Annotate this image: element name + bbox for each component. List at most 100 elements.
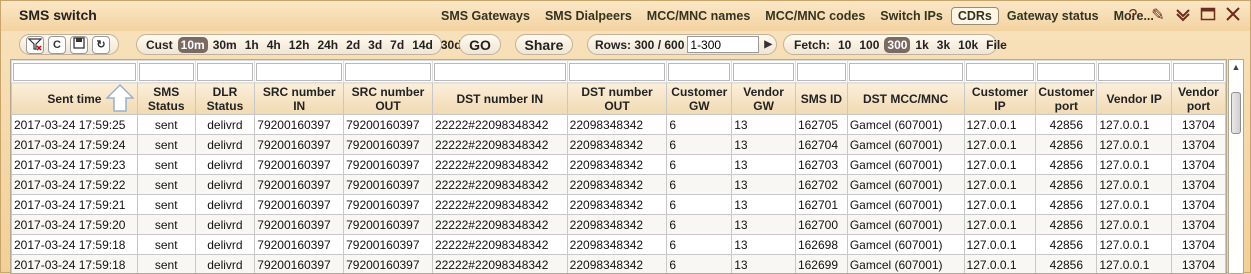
period-2d[interactable]: 2d xyxy=(343,37,363,53)
cell-vendor-gw: 13 xyxy=(732,135,796,155)
fetch-3k[interactable]: 3k xyxy=(934,37,953,53)
table-row[interactable]: 2017-03-24 17:59:18sentdelivrd7920016039… xyxy=(12,255,1226,274)
filter-input-src-number-out[interactable] xyxy=(345,63,431,81)
filter-input-dst-number-out[interactable] xyxy=(569,63,666,81)
cell-customer-ip: 127.0.0.1 xyxy=(964,155,1036,175)
cell-customer-gw: 6 xyxy=(667,255,732,274)
copy-icon[interactable]: C xyxy=(48,36,66,54)
cell-vendor-gw: 13 xyxy=(732,175,796,195)
filter-clear-icon[interactable] xyxy=(26,36,44,54)
filter-cell-customer-ip xyxy=(964,61,1036,83)
fetch-10[interactable]: 10 xyxy=(835,37,854,53)
period-3d[interactable]: 3d xyxy=(365,37,385,53)
column-header-src-number-in[interactable]: SRC number IN xyxy=(255,83,344,115)
nav-gateway-status[interactable]: Gateway status xyxy=(1000,7,1106,25)
fetch-1k[interactable]: 1k xyxy=(912,37,931,53)
filter-input-customer-ip[interactable] xyxy=(966,63,1035,81)
column-header-customer-gw[interactable]: Customer GW xyxy=(667,83,732,115)
cell-dlr-status: delivrd xyxy=(195,255,255,274)
scroll-thumb[interactable] xyxy=(1231,92,1241,134)
nav-switch-ips[interactable]: Switch IPs xyxy=(873,7,950,25)
save-icon[interactable] xyxy=(70,36,88,54)
column-header-customer-port[interactable]: Customer port xyxy=(1036,83,1097,115)
column-header-vendor-port[interactable]: Vendor port xyxy=(1172,83,1226,115)
column-header-sms-id[interactable]: SMS ID xyxy=(795,83,847,115)
scroll-up-icon[interactable]: ▲ xyxy=(1231,62,1241,72)
nav-sms-dialpeers[interactable]: SMS Dialpeers xyxy=(538,7,639,25)
fetch-300[interactable]: 300 xyxy=(884,37,910,53)
period-24h[interactable]: 24h xyxy=(314,37,341,53)
column-header-vendor-gw[interactable]: Vendor GW xyxy=(732,83,796,115)
vertical-scrollbar[interactable]: ▲ xyxy=(1228,59,1244,274)
filter-input-dlr-status[interactable] xyxy=(197,63,254,81)
filter-input-dst-mcc-mnc[interactable] xyxy=(849,63,963,81)
header-row: Sent timeSMS StatusDLR StatusSRC number … xyxy=(12,83,1226,115)
table-row[interactable]: 2017-03-24 17:59:24sentdelivrd7920016039… xyxy=(12,135,1226,155)
filter-input-sms-id[interactable] xyxy=(797,63,846,81)
window-controls: ? ✎ xyxy=(1123,6,1243,26)
filter-input-vendor-port[interactable] xyxy=(1173,63,1224,81)
cell-dst-mcc-mnc: Gamcel (607001) xyxy=(847,215,964,235)
edit-icon[interactable]: ✎ xyxy=(1148,6,1168,26)
go-button[interactable]: GO xyxy=(459,34,501,55)
table-row[interactable]: 2017-03-24 17:59:21sentdelivrd7920016039… xyxy=(12,195,1226,215)
fetch-file[interactable]: File xyxy=(983,37,1010,53)
cell-sms-status: sent xyxy=(137,135,195,155)
table-row[interactable]: 2017-03-24 17:59:23sentdelivrd7920016039… xyxy=(12,155,1226,175)
maximize-icon[interactable] xyxy=(1198,6,1218,26)
collapse-icon[interactable] xyxy=(1173,6,1193,26)
column-header-dlr-status[interactable]: DLR Status xyxy=(195,83,255,115)
nav-mcc-mnc-names[interactable]: MCC/MNC names xyxy=(640,7,758,25)
table-row[interactable]: 2017-03-24 17:59:18sentdelivrd7920016039… xyxy=(12,235,1226,255)
cell-customer-port: 42856 xyxy=(1036,115,1097,135)
toolbar: C ↻ Cust 10m 30m 1h 4h 12h 24h 2d 3d 7d … xyxy=(1,32,1250,57)
period-1h[interactable]: 1h xyxy=(242,37,262,53)
filter-input-src-number-in[interactable] xyxy=(256,63,342,81)
cell-sent-time: 2017-03-24 17:59:25 xyxy=(12,115,138,135)
column-header-src-number-out[interactable]: SRC number OUT xyxy=(344,83,433,115)
column-header-sms-status[interactable]: SMS Status xyxy=(137,83,195,115)
nav-sms-gateways[interactable]: SMS Gateways xyxy=(434,7,537,25)
cell-sms-id: 162700 xyxy=(795,215,847,235)
column-header-customer-ip[interactable]: Customer IP xyxy=(964,83,1036,115)
play-icon[interactable]: ▶ xyxy=(764,39,772,50)
filter-input-sms-status[interactable] xyxy=(139,63,194,81)
sort-ascending-icon[interactable] xyxy=(106,83,134,113)
cell-customer-ip: 127.0.0.1 xyxy=(964,175,1036,195)
period-12h[interactable]: 12h xyxy=(286,37,313,53)
fetch-10k[interactable]: 10k xyxy=(955,37,981,53)
period-30m[interactable]: 30m xyxy=(210,37,240,53)
cell-customer-port: 42856 xyxy=(1036,135,1097,155)
filter-input-vendor-gw[interactable] xyxy=(733,63,794,81)
filter-input-customer-port[interactable] xyxy=(1037,63,1095,81)
nav-cdrs[interactable]: CDRs xyxy=(951,7,999,25)
column-header-dst-number-out[interactable]: DST number OUT xyxy=(567,83,667,115)
column-header-dst-number-in[interactable]: DST number IN xyxy=(432,83,567,115)
close-icon[interactable] xyxy=(1223,6,1243,26)
cell-sms-status: sent xyxy=(137,155,195,175)
table-row[interactable]: 2017-03-24 17:59:25sentdelivrd7920016039… xyxy=(12,115,1226,135)
filter-input-customer-gw[interactable] xyxy=(668,63,730,81)
rows-range-input[interactable] xyxy=(687,36,759,53)
period-10m[interactable]: 10m xyxy=(178,37,208,53)
filter-input-dst-number-in[interactable] xyxy=(434,63,566,81)
help-icon[interactable]: ? xyxy=(1123,6,1143,26)
table-row[interactable]: 2017-03-24 17:59:22sentdelivrd7920016039… xyxy=(12,175,1226,195)
fetch-100[interactable]: 100 xyxy=(856,37,882,53)
refresh-icon[interactable]: ↻ xyxy=(92,36,110,54)
column-header-vendor-ip[interactable]: Vendor IP xyxy=(1097,83,1172,115)
column-header-dst-mcc-mnc[interactable]: DST MCC/MNC xyxy=(847,83,964,115)
column-header-sent-time[interactable]: Sent time xyxy=(12,83,138,115)
share-button[interactable]: Share xyxy=(515,34,573,55)
cell-src-number-out: 79200160397 xyxy=(344,195,433,215)
nav-mcc-mnc-codes[interactable]: MCC/MNC codes xyxy=(758,7,872,25)
cell-dst-number-out: 22098348342 xyxy=(567,135,667,155)
period-4h[interactable]: 4h xyxy=(264,37,284,53)
table-row[interactable]: 2017-03-24 17:59:20sentdelivrd7920016039… xyxy=(12,215,1226,235)
period-selector: Cust 10m 30m 1h 4h 12h 24h 2d 3d 7d 14d … xyxy=(136,34,442,55)
filter-input-vendor-ip[interactable] xyxy=(1098,63,1170,81)
filter-input-sent-time[interactable] xyxy=(13,63,136,81)
period-7d[interactable]: 7d xyxy=(387,37,407,53)
period-14d[interactable]: 14d xyxy=(409,37,436,53)
cell-dst-mcc-mnc: Gamcel (607001) xyxy=(847,155,964,175)
